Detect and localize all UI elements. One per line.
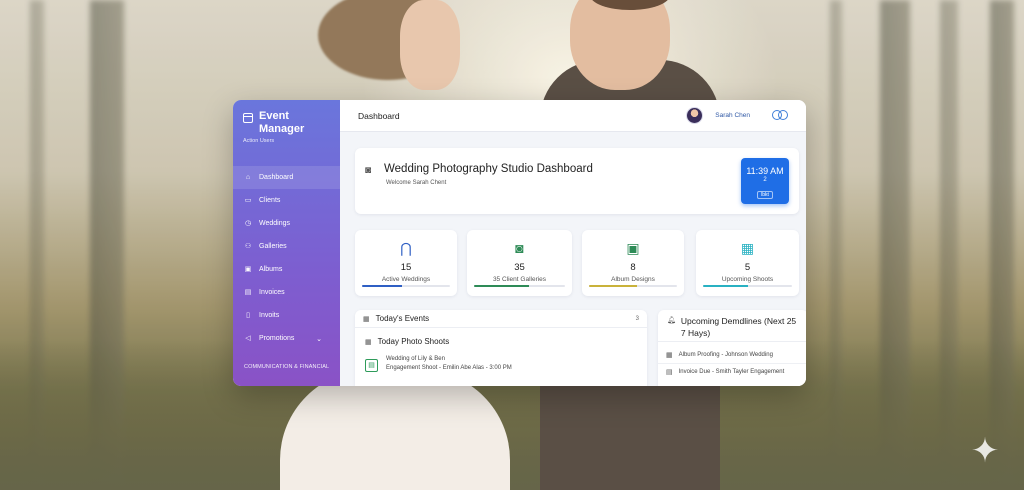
megaphone-icon: ◁ xyxy=(245,334,251,342)
calendar-icon: ▦ xyxy=(365,338,372,346)
sidebar-item-label: Galleries xyxy=(259,243,287,250)
clock-time: 11:39 AM xyxy=(746,166,784,176)
subsection-title: ▦ Today Photo Shoots xyxy=(355,337,647,346)
panel-title: Today's Events xyxy=(375,314,430,323)
folder-icon: ▭ xyxy=(244,196,252,204)
sidebar-item-label: Invoits xyxy=(259,312,280,319)
brand-title: Event Manager xyxy=(259,110,305,135)
sidebar: Event Manager Action Users ⌂ Dashboard ▭… xyxy=(233,100,340,386)
album-icon: ▣ xyxy=(626,240,640,256)
sidebar-item-galleries[interactable]: ⚇ Galleries xyxy=(233,235,340,258)
rings-icon: ⋂ xyxy=(400,240,412,256)
sidebar-item-label: Clients xyxy=(259,197,281,204)
invoice-icon: ▤ xyxy=(666,369,673,376)
todays-events-panel: ▦ Today's Events 3 ▦ Today Photo Shoots … xyxy=(355,310,647,386)
stat-label: 35 Client Galleries xyxy=(492,276,547,283)
list-item[interactable]: ▤ Invoice Due - Smith Tayler Engagement xyxy=(658,363,806,380)
progress-bar xyxy=(474,284,565,287)
sidebar-item-clients[interactable]: ▭ Clients xyxy=(233,189,340,212)
stat-card-client-galleries[interactable]: ◙ 35 35 Client Galleries xyxy=(467,230,572,296)
invoice-icon: ▤ xyxy=(244,288,252,296)
avatar[interactable] xyxy=(686,107,704,124)
sidebar-item-invoices[interactable]: ▤ Invoices xyxy=(233,281,340,304)
sidebar-nav: ⌂ Dashboard ▭ Clients ◷ Weddings ⚇ Galle… xyxy=(233,166,340,350)
top-bar: Dashboard Sarah Chen xyxy=(340,100,806,132)
home-icon: ⌂ xyxy=(245,173,251,181)
deadline-label: Album Proofing - Johnson Wedding xyxy=(678,351,773,358)
sidebar-item-dashboard[interactable]: ⌂ Dashboard xyxy=(233,166,340,189)
stat-value: 15 xyxy=(400,262,412,273)
event-title: Wedding of Lily & Ben xyxy=(386,356,445,362)
calendar-icon: ▦ xyxy=(363,315,370,323)
event-count: 3 xyxy=(635,315,639,322)
clock-badge: lbkt xyxy=(757,191,773,199)
progress-bar xyxy=(362,284,450,287)
panel-header: 🔔︎ Upcoming Demdlines (Next 25 7 Hays) xyxy=(658,310,806,342)
brand: Event Manager xyxy=(233,110,340,136)
upcoming-deadlines-panel: 🔔︎ Upcoming Demdlines (Next 25 7 Hays) ▦… xyxy=(658,310,806,386)
sidebar-item-weddings[interactable]: ◷ Weddings xyxy=(233,212,340,235)
stat-value: 8 xyxy=(630,262,636,273)
stat-label: Album Designs xyxy=(611,276,655,283)
camera-icon: ◙ xyxy=(365,165,372,176)
event-icon: ▤ xyxy=(365,359,378,372)
deadline-label: Invoice Due - Smith Tayler Engagement xyxy=(678,369,785,375)
stat-label: Upcoming Shoots xyxy=(721,276,774,283)
sidebar-item-label: Dashboard xyxy=(259,174,294,181)
calendar-icon: ▦ xyxy=(740,240,755,256)
chevron-down-icon: ⌄ xyxy=(316,335,322,343)
calendar-icon xyxy=(243,113,253,123)
bell-icon: 🔔︎ xyxy=(667,317,676,324)
progress-bar xyxy=(703,284,792,287)
welcome-text: Welcome Sarah Chent xyxy=(386,180,447,186)
document-icon: ▯ xyxy=(246,311,250,319)
panel-title: Upcoming Demdlines (Next 25 7 Hays) xyxy=(680,316,797,338)
clock-widget: 11:39 AM 2 lbkt xyxy=(741,158,789,204)
sidebar-item-label: Invoices xyxy=(259,289,285,296)
sidebar-item-label: Promotions xyxy=(259,335,295,342)
stat-value: 35 xyxy=(514,262,525,273)
list-item[interactable]: ▦ Album Proofing - Johnson Wedding xyxy=(658,346,806,363)
list-item[interactable]: ▤ Wedding of Lily & Ben Engagement Shoot… xyxy=(355,356,647,372)
clock-day: 2 xyxy=(763,177,767,183)
app-window: Event Manager Action Users ⌂ Dashboard ▭… xyxy=(233,100,806,386)
dashboard-heading: Wedding Photography Studio Dashboard xyxy=(384,163,593,175)
sparkle-icon: ✦ xyxy=(970,432,1000,470)
event-detail: Engagement Shoot - Emilin Abe Alas - 3:0… xyxy=(386,365,512,371)
calendar-icon: ▦ xyxy=(666,351,673,359)
main-content: Dashboard Sarah Chen ◙ Wedding Photograp… xyxy=(340,100,806,386)
subsection-label: Today Photo Shoots xyxy=(377,337,450,346)
stat-card-active-weddings[interactable]: ⋂ 15 Active Weddings xyxy=(355,230,457,296)
stat-label: Active Weddings xyxy=(381,276,431,283)
album-icon: ▣ xyxy=(244,265,252,273)
sidebar-item-invoits[interactable]: ▯ Invoits xyxy=(233,304,340,327)
brand-subtitle: Action Users xyxy=(243,138,275,144)
stat-card-album-designs[interactable]: ▣ 8 Album Designs xyxy=(582,230,684,296)
page-title: Dashboard xyxy=(358,110,400,121)
users-icon: ⚇ xyxy=(244,242,252,250)
sidebar-item-promotions[interactable]: ◁ Promotions ⌄ xyxy=(233,327,340,350)
welcome-card: ◙ Wedding Photography Studio Dashboard W… xyxy=(355,148,799,214)
rings-icon[interactable] xyxy=(772,110,788,121)
stat-value: 5 xyxy=(744,262,751,273)
clock-icon: ◷ xyxy=(244,219,252,227)
stat-card-upcoming-shoots[interactable]: ▦ 5 Upcoming Shoots xyxy=(696,230,799,296)
user-name[interactable]: Sarah Chen xyxy=(715,112,750,119)
user-menu[interactable]: Sarah Chen xyxy=(686,107,788,124)
sidebar-item-albums[interactable]: ▣ Albums xyxy=(233,258,340,281)
sidebar-item-label: Albums xyxy=(259,266,283,273)
panel-header: ▦ Today's Events 3 xyxy=(355,310,647,328)
sidebar-item-label: Weddings xyxy=(259,220,291,227)
progress-bar xyxy=(589,284,677,287)
camera-icon: ◙ xyxy=(515,240,524,256)
sidebar-footer: COMMUNICATION & FINANCIAL xyxy=(244,364,330,370)
